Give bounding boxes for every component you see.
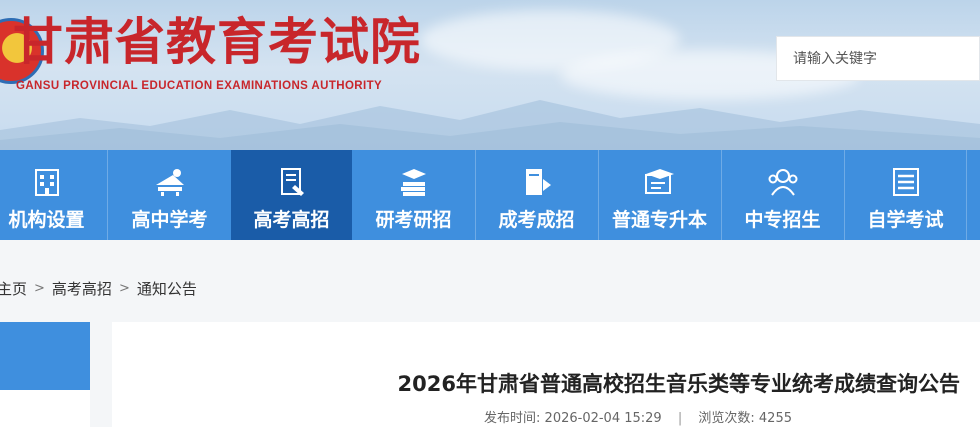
nav-item-jigou[interactable]: 机构设置 <box>0 150 107 240</box>
breadcrumb: 主页 > 高考高招 > 通知公告 <box>0 278 197 302</box>
search-box <box>776 36 980 81</box>
list-document-icon <box>892 168 919 196</box>
nav-item-gaokao[interactable]: 高考高招 <box>231 150 352 240</box>
search-input[interactable] <box>777 37 973 80</box>
publish-time-value: 2026-02-04 15:29 <box>544 411 662 426</box>
nav-item-zixue[interactable]: 自学考试 <box>845 150 966 240</box>
nav-item-label: 高中学考 <box>131 209 208 231</box>
nav-divider <box>107 150 108 240</box>
article-panel: 2026年甘肃省普通高校招生音乐类等专业统考成绩查询公告 发布时间: 2026-… <box>112 322 980 427</box>
nav-item-label: 高考高招 <box>253 209 330 231</box>
books-graduation-icon <box>400 169 426 196</box>
people-icon <box>768 169 797 196</box>
breadcrumb-gaokao[interactable]: 高考高招 <box>52 278 112 299</box>
sidebar <box>0 322 90 427</box>
breadcrumb-home[interactable]: 主页 <box>0 278 27 299</box>
exam-paper-icon <box>280 168 304 196</box>
building-icon <box>34 169 59 196</box>
study-desk-icon <box>155 169 184 196</box>
nav-item-label: 普通专升本 <box>611 209 707 231</box>
nav-item-label: 成考成招 <box>498 209 575 231</box>
nav-item-zhongzhuan[interactable]: 中专招生 <box>722 150 843 240</box>
breadcrumb-notice[interactable]: 通知公告 <box>137 278 197 299</box>
view-count-value: 4255 <box>758 411 792 426</box>
article-title: 2026年甘肃省普通高校招生音乐类等专业统考成绩查询公告 <box>397 372 960 396</box>
nav-item-label: 自学考试 <box>867 209 944 231</box>
main-nav: 机构设置 高中学考 高考高招 研考研招 成考成招 普通专升本 中专招生 自学考试 <box>0 150 980 240</box>
nav-item-label: 研考研招 <box>375 209 452 231</box>
site-logo-subtitle: GANSU PROVINCIAL EDUCATION EXAMINATIONS … <box>16 80 383 92</box>
nav-item-gaozhong[interactable]: 高中学考 <box>109 150 230 240</box>
nav-item-label: 中专招生 <box>744 209 821 231</box>
nav-item-chengkao[interactable]: 成考成招 <box>476 150 597 240</box>
breadcrumb-separator: > <box>118 281 130 296</box>
article-meta: 发布时间: 2026-02-04 15:29 | 浏览次数: 4255 <box>112 407 792 426</box>
book-flag-icon <box>525 169 551 195</box>
nav-item-yankao[interactable]: 研考研招 <box>353 150 474 240</box>
graduation-board-icon <box>644 169 674 194</box>
publish-time-label: 发布时间: <box>484 411 541 426</box>
nav-item-zhuanshengben[interactable]: 普通专升本 <box>599 150 720 240</box>
view-count-label: 浏览次数: <box>698 411 755 426</box>
sidebar-header <box>0 322 90 390</box>
breadcrumb-separator: > <box>34 281 45 296</box>
site-header: 甘肃省教育考试院 GANSU PROVINCIAL EDUCATION EXAM… <box>0 0 980 150</box>
nav-divider <box>966 150 967 240</box>
meta-divider: | <box>677 411 683 426</box>
nav-item-label: 机构设置 <box>8 209 85 231</box>
site-logo-title[interactable]: 甘肃省教育考试院 <box>13 12 421 72</box>
